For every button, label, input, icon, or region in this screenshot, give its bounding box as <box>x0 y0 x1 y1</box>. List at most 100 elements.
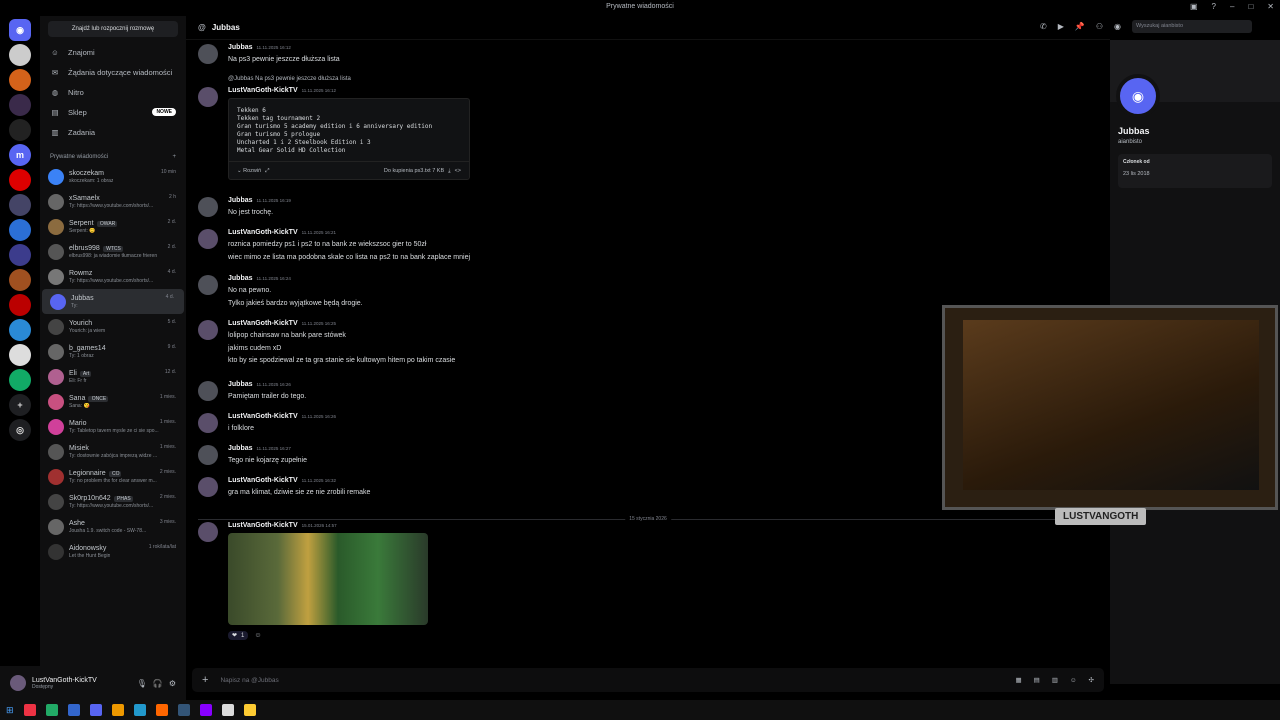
download-icon[interactable]: ⤓ <box>448 167 450 175</box>
avatar[interactable] <box>198 87 218 107</box>
server-icon[interactable] <box>9 44 31 66</box>
dm-item[interactable]: skoczekam skoczekam: 1 obraz 10 min <box>40 164 186 189</box>
message-author[interactable]: LustVanGoth-KickTV 11.11.2025 16:21 <box>228 229 928 236</box>
dm-item[interactable]: Serpent OWAR Serpent: 😊 2 d. <box>40 214 186 239</box>
dm-item[interactable]: Yourich Yourich: ja wiem 5 d. <box>40 314 186 339</box>
code-view-icon[interactable]: <> <box>455 167 461 175</box>
image-attachment[interactable] <box>228 533 428 625</box>
expand-icon[interactable]: ⤢ <box>265 167 269 175</box>
video-icon[interactable]: ▶ <box>1058 22 1064 31</box>
dm-item[interactable]: b_games14 Ty: 1 obraz 9 d. <box>40 339 186 364</box>
dm-item[interactable]: elbrus998 WTCS elbrus998: ja wiadomie tłu… <box>40 239 186 264</box>
message-author[interactable]: Jubbas 11.11.2025 16:12 <box>228 44 928 51</box>
nav-item-2[interactable]: ◍ Nitro <box>40 82 186 102</box>
message-author[interactable]: Jubbas 11.11.2025 16:26 <box>228 381 928 388</box>
server-icon[interactable]: m <box>9 144 31 166</box>
sticker-icon[interactable]: ▥ <box>1052 676 1058 684</box>
server-icon[interactable] <box>9 319 31 341</box>
vlc-icon[interactable] <box>155 704 168 716</box>
app-icon[interactable] <box>45 704 58 716</box>
nav-item-0[interactable]: ☺ Znajomi <box>40 42 186 62</box>
message-author[interactable]: LustVanGoth-KickTV 11.11.2025 16:32 <box>228 477 928 484</box>
obs-icon[interactable] <box>221 704 234 716</box>
server-icon[interactable] <box>9 294 31 316</box>
dm-item[interactable]: Aidonowsky Let the Hunt Begin 1 rok/lata/l… <box>40 539 186 564</box>
server-icon[interactable] <box>9 69 31 91</box>
folder-icon[interactable] <box>243 704 256 716</box>
add-dm-icon[interactable]: + <box>172 154 176 160</box>
dm-item[interactable]: Sk0rp10n642 PHAS Ty: https://www.youtube.… <box>40 489 186 514</box>
gif-icon[interactable]: ▤ <box>1034 676 1040 684</box>
dm-item[interactable]: Legionnaire CO Ty: no problem thx for cle… <box>40 464 186 489</box>
message-author[interactable]: LustVanGoth-KickTV 11.11.2025 16:25 <box>228 320 928 327</box>
search-input[interactable]: Wyszukaj aianbisto <box>1131 20 1252 33</box>
server-icon[interactable] <box>9 369 31 391</box>
profile-icon[interactable]: ◉ <box>1114 22 1121 31</box>
avatar[interactable] <box>198 229 218 249</box>
avatar[interactable] <box>10 675 26 691</box>
discord-taskbar-icon[interactable] <box>89 704 102 716</box>
help-icon[interactable]: ? <box>1212 2 1216 11</box>
find-conversation-button[interactable]: Znajdź lub rozpocznij rozmowę <box>48 21 178 37</box>
nav-item-4[interactable]: ▥ Zadania <box>40 122 186 142</box>
headphones-icon[interactable]: 🎧 <box>153 679 163 688</box>
dm-item[interactable]: Eli Art Eli: Fr fr 12 d. <box>40 364 186 389</box>
avatar[interactable] <box>198 197 218 217</box>
app-icon[interactable] <box>199 704 212 716</box>
expand-button[interactable]: ⌄ Rozwiń <box>237 167 261 175</box>
app-icon[interactable] <box>111 704 124 716</box>
message-composer[interactable]: + Napisz na @Jubbas ▦ ▤ ▥ ☺ ✣ <box>192 668 1104 692</box>
minimize-button[interactable]: – <box>1230 2 1234 11</box>
dm-item[interactable]: Rowmz Ty: https://www.youtube.com/shorts/… <box>40 264 186 289</box>
server-icon[interactable] <box>9 119 31 141</box>
server-icon[interactable] <box>9 344 31 366</box>
call-icon[interactable]: ✆ <box>1040 22 1047 31</box>
add-reaction-icon[interactable]: ☺ <box>252 632 261 639</box>
server-icon[interactable] <box>9 244 31 266</box>
avatar[interactable] <box>198 445 218 465</box>
maximize-button[interactable]: □ <box>1248 2 1253 11</box>
dm-item[interactable]: Ashe Jousha 1.9. switch code - SW-78... 3 … <box>40 514 186 539</box>
server-icon[interactable] <box>9 194 31 216</box>
discover-icon[interactable]: ◎ <box>9 419 31 441</box>
apps-icon[interactable]: ✣ <box>1089 676 1094 684</box>
avatar[interactable] <box>198 320 218 340</box>
profile-avatar[interactable]: ◉ <box>1116 74 1160 118</box>
home-button[interactable]: ◉ <box>9 19 31 41</box>
message-author[interactable]: LustVanGoth-KickTV 11.11.2025 16:12 <box>228 87 928 94</box>
avatar[interactable] <box>198 413 218 433</box>
server-icon[interactable] <box>9 94 31 116</box>
settings-gear-icon[interactable]: ⚙ <box>169 679 176 688</box>
avatar[interactable] <box>198 275 218 295</box>
app-icon[interactable] <box>133 704 146 716</box>
nav-item-3[interactable]: ▤ Sklep NOWE <box>40 102 186 122</box>
avatar[interactable] <box>198 381 218 401</box>
browser-icon[interactable] <box>67 704 80 716</box>
avatar[interactable] <box>198 44 218 64</box>
message-author[interactable]: Jubbas 11.11.2025 16:27 <box>228 445 928 452</box>
message-author[interactable]: Jubbas 11.11.2025 16:19 <box>228 197 928 204</box>
gift-icon[interactable]: ▦ <box>1015 676 1021 684</box>
reaction[interactable]: ❤ 1 <box>228 631 249 640</box>
server-icon[interactable] <box>9 269 31 291</box>
attach-plus-icon[interactable]: + <box>202 674 208 686</box>
server-icon[interactable] <box>9 219 31 241</box>
pin-icon[interactable]: 📌 <box>1075 22 1085 31</box>
add-friend-icon[interactable]: ⚇ <box>1096 22 1103 31</box>
dm-item[interactable]: Sana ONCE Sana: 😘 1 mies. <box>40 389 186 414</box>
dm-item[interactable]: Jubbas Ty: 4 d. <box>42 289 184 314</box>
message-author[interactable]: Jubbas 11.11.2025 16:24 <box>228 275 928 282</box>
chrome-icon[interactable] <box>23 704 36 716</box>
message-author[interactable]: LustVanGoth-KickTV 15.01.2026 14:57 <box>228 522 928 529</box>
dm-item[interactable]: xSamaelx Ty: https://www.youtube.com/shor… <box>40 189 186 214</box>
message-input[interactable]: Napisz na @Jubbas <box>220 677 278 684</box>
emoji-icon[interactable]: ☺ <box>1070 677 1077 684</box>
nav-item-1[interactable]: ✉ Żądania dotyczące wiadomości <box>40 62 186 82</box>
mic-icon[interactable]: 🎙 <box>137 679 147 688</box>
server-icon[interactable] <box>9 169 31 191</box>
avatar[interactable] <box>198 477 218 497</box>
dm-item[interactable]: Mario Ty: Tabletop tavern mysle ze ci sie… <box>40 414 186 439</box>
avatar[interactable] <box>198 522 218 542</box>
steam-icon[interactable] <box>177 704 190 716</box>
inbox-icon[interactable]: ▣ <box>1190 2 1198 11</box>
